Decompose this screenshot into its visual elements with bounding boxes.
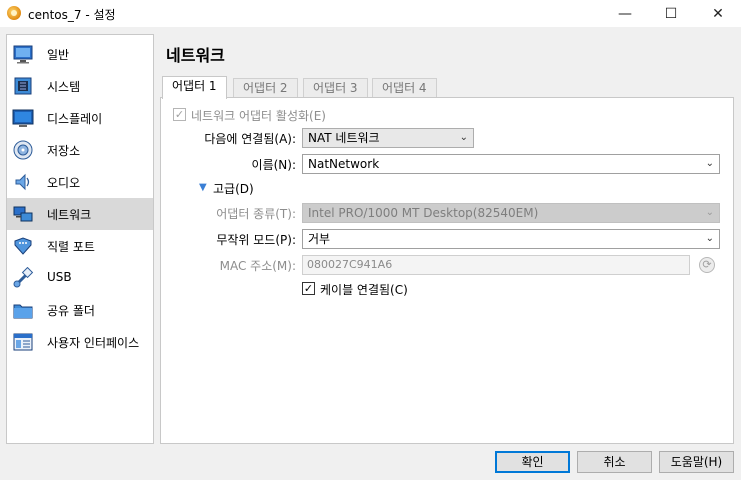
chevron-down-icon: ⌄ <box>705 207 714 218</box>
adapter-type-value: Intel PRO/1000 MT Desktop(82540EM) <box>308 206 539 220</box>
cable-connected-checkbox[interactable]: ✓ <box>302 282 315 295</box>
sidebar-item-label: 저장소 <box>47 144 81 158</box>
chevron-down-icon: ⌄ <box>705 233 714 244</box>
window-title: centos_7 - 설정 <box>28 8 116 22</box>
title-bar: centos_7 - 설정 — ☐ ✕ <box>0 0 741 27</box>
sidebar-item-shared-folders[interactable]: 공유 폴더 <box>7 294 153 326</box>
sidebar-item-general[interactable]: 일반 <box>7 38 153 70</box>
page-title: 네트워크 <box>166 46 225 65</box>
minimize-button[interactable]: — <box>602 0 648 27</box>
sidebar-item-label: 일반 <box>47 48 70 62</box>
sidebar-item-network[interactable]: 네트워크 <box>7 198 153 230</box>
mac-address-field[interactable]: 080027C941A6 <box>302 255 690 275</box>
adapter-type-select[interactable]: Intel PRO/1000 MT Desktop(82540EM) ⌄ <box>302 203 720 223</box>
chevron-down-icon: ⌄ <box>459 132 468 143</box>
promiscuous-mode-value: 거부 <box>308 232 331 246</box>
attached-to-value: NAT 네트워크 <box>308 131 380 145</box>
promiscuous-mode-label: 무작위 모드(P): <box>216 233 296 247</box>
sidebar-item-label: 디스플레이 <box>47 112 103 126</box>
sidebar-item-audio[interactable]: 오디오 <box>7 166 153 198</box>
serial-port-icon <box>14 237 32 255</box>
sidebar-item-label: 오디오 <box>47 176 81 190</box>
mac-address-label: MAC 주소(M): <box>219 259 296 273</box>
network-name-select[interactable]: NatNetwork ⌄ <box>302 154 720 174</box>
sidebar-item-label: 직렬 포트 <box>47 240 95 254</box>
tab-adapter-1[interactable]: 어댑터 1 <box>162 76 227 99</box>
sidebar-item-storage[interactable]: 저장소 <box>7 134 153 166</box>
maximize-button[interactable]: ☐ <box>648 0 694 27</box>
ok-button[interactable]: 확인 <box>495 451 570 473</box>
advanced-expand-icon[interactable]: ▼ <box>199 182 207 193</box>
shared-folder-icon <box>13 304 33 319</box>
attached-to-label: 다음에 연결됨(A): <box>204 132 296 146</box>
user-interface-icon <box>13 333 33 351</box>
refresh-mac-icon[interactable]: ⟳ <box>699 257 715 273</box>
tab-adapter-4[interactable]: 어댑터 4 <box>372 78 437 98</box>
attached-to-select[interactable]: NAT 네트워크 ⌄ <box>302 128 474 148</box>
adapter-tabs: 어댑터 1 어댑터 2 어댑터 3 어댑터 4 <box>160 76 734 99</box>
sidebar-item-user-interface[interactable]: 사용자 인터페이스 <box>7 326 153 358</box>
advanced-toggle[interactable]: 고급(D) <box>213 180 254 197</box>
sidebar-item-label: 사용자 인터페이스 <box>47 336 140 350</box>
sidebar-item-display[interactable]: 디스플레이 <box>7 102 153 134</box>
general-icon <box>13 45 33 64</box>
display-icon <box>12 109 34 127</box>
enable-adapter-checkbox[interactable]: ✓ <box>173 108 186 121</box>
adapter-tab-content: ✓ 네트워크 어댑터 활성화(E) 다음에 연결됨(A): NAT 네트워크 ⌄… <box>160 97 734 444</box>
close-button[interactable]: ✕ <box>695 0 741 27</box>
sidebar-item-usb[interactable]: USB <box>7 262 153 294</box>
network-settings-panel: 네트워크 어댑터 1 어댑터 2 어댑터 3 어댑터 4 ✓ 네트워크 어댑터 … <box>160 34 734 444</box>
cable-connected-label: 케이블 연결됨(C) <box>320 283 408 297</box>
system-icon <box>14 77 32 95</box>
tab-adapter-3[interactable]: 어댑터 3 <box>303 78 368 98</box>
sidebar-item-label: 시스템 <box>47 80 81 94</box>
sidebar-item-system[interactable]: 시스템 <box>7 70 153 102</box>
network-name-value: NatNetwork <box>308 157 380 171</box>
sidebar-item-label: USB <box>47 270 72 284</box>
network-icon <box>13 206 33 222</box>
name-label: 이름(N): <box>251 158 296 172</box>
virtualbox-app-icon <box>7 6 21 20</box>
adapter-type-label: 어댑터 종류(T): <box>216 207 296 221</box>
tab-adapter-2[interactable]: 어댑터 2 <box>233 78 298 98</box>
sidebar-item-serial-port[interactable]: 직렬 포트 <box>7 230 153 262</box>
enable-adapter-label: 네트워크 어댑터 활성화(E) <box>191 109 326 123</box>
usb-icon <box>13 267 34 288</box>
cancel-button[interactable]: 취소 <box>577 451 652 473</box>
audio-icon <box>15 173 30 191</box>
storage-icon <box>13 140 33 160</box>
chevron-down-icon: ⌄ <box>705 158 714 169</box>
promiscuous-mode-select[interactable]: 거부 ⌄ <box>302 229 720 249</box>
help-button[interactable]: 도움말(H) <box>659 451 734 473</box>
settings-sidebar: 일반 시스템 디스플레이 저장소 오디오 네트워크 직렬 포트 USB 공유 폴… <box>6 34 154 444</box>
sidebar-item-label: 공유 폴더 <box>47 304 95 318</box>
sidebar-item-label: 네트워크 <box>47 208 92 222</box>
